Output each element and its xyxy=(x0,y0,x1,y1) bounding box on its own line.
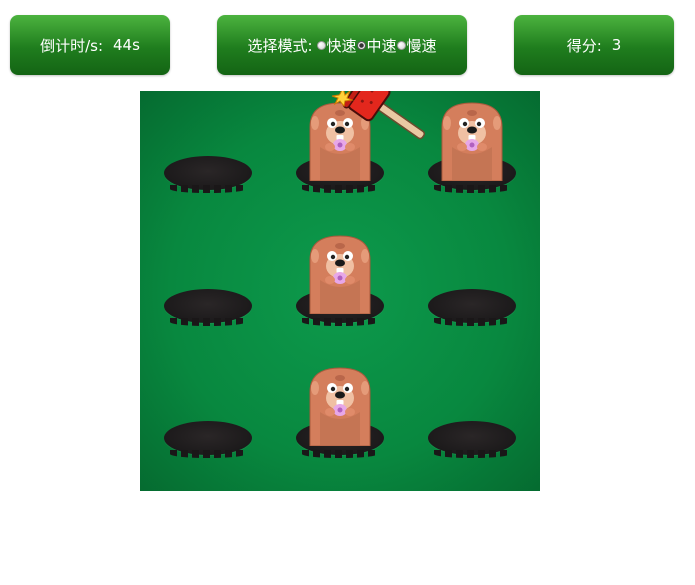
mole[interactable] xyxy=(438,97,506,182)
mole[interactable] xyxy=(306,362,374,447)
game-board[interactable] xyxy=(140,91,540,491)
score-label: 得分: xyxy=(566,36,602,55)
mole-hole[interactable] xyxy=(428,421,516,458)
mode-fast-radio[interactable] xyxy=(316,40,326,50)
mode-slow-label: 慢速 xyxy=(406,36,437,55)
score-panel: 得分: 3 xyxy=(514,15,674,75)
mode-fast-option[interactable]: 快速 xyxy=(316,35,357,56)
mole-hole[interactable] xyxy=(164,289,252,326)
hammer-cursor-icon xyxy=(326,91,428,144)
mode-slow-option[interactable]: 慢速 xyxy=(396,35,437,56)
countdown-label: 倒计时/s: xyxy=(40,36,104,55)
mole-hole[interactable] xyxy=(164,421,252,458)
mode-medium-radio[interactable] xyxy=(356,40,366,50)
countdown-value: 44s xyxy=(113,36,140,54)
score-value: 3 xyxy=(611,36,622,54)
countdown-panel: 倒计时/s: 44s xyxy=(10,15,170,75)
mode-medium-label: 中速 xyxy=(366,36,397,55)
mode-slow-radio[interactable] xyxy=(396,40,406,50)
mole-hole[interactable] xyxy=(164,156,252,193)
mode-label: 选择模式: xyxy=(247,36,313,55)
mole[interactable] xyxy=(306,230,374,315)
mode-selector: 选择模式: 快速 中速 慢速 xyxy=(217,15,467,75)
mode-fast-label: 快速 xyxy=(326,36,357,55)
mode-medium-option[interactable]: 中速 xyxy=(356,35,397,56)
mole-hole[interactable] xyxy=(428,289,516,326)
